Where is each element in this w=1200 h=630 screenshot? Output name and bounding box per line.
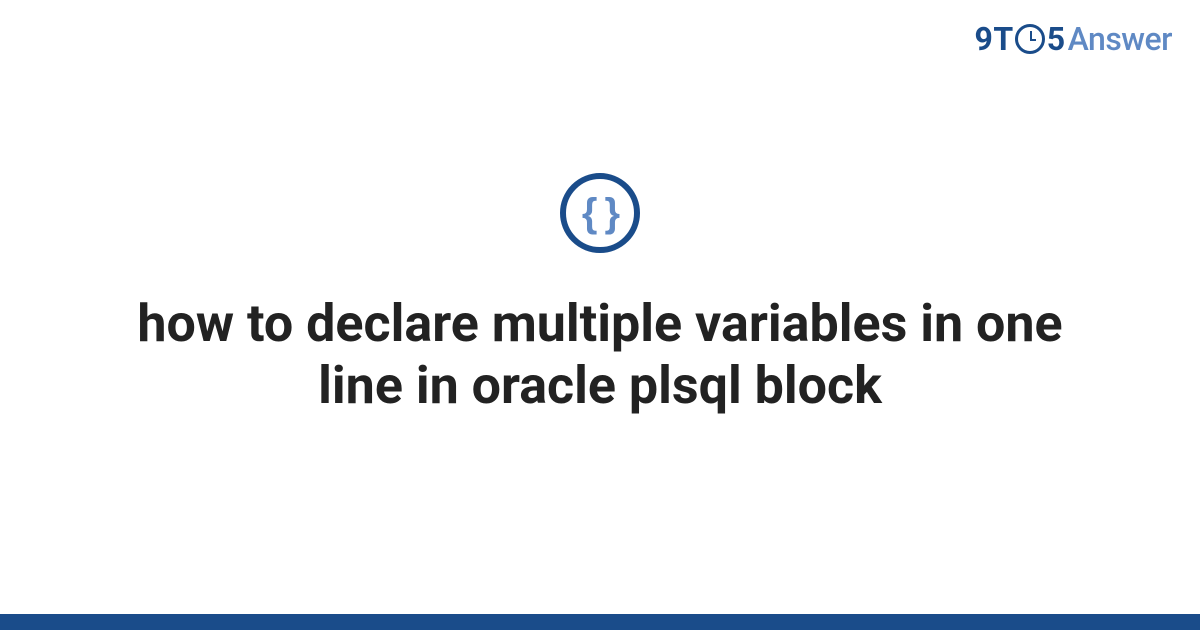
logo-part-t: T (993, 20, 1012, 58)
code-braces-icon: { } (560, 173, 640, 253)
logo-part-answer: Answer (1068, 20, 1172, 58)
main-content: { } how to declare multiple variables in… (0, 173, 1200, 418)
logo-part-nine: 9 (975, 20, 993, 58)
site-logo: 9 T 5 Answer (975, 20, 1172, 58)
logo-part-five: 5 (1047, 20, 1065, 58)
page-title: how to declare multiple variables in one… (75, 293, 1125, 418)
clock-icon (1015, 24, 1045, 54)
footer-bar (0, 614, 1200, 630)
braces-glyph: { } (582, 193, 618, 233)
